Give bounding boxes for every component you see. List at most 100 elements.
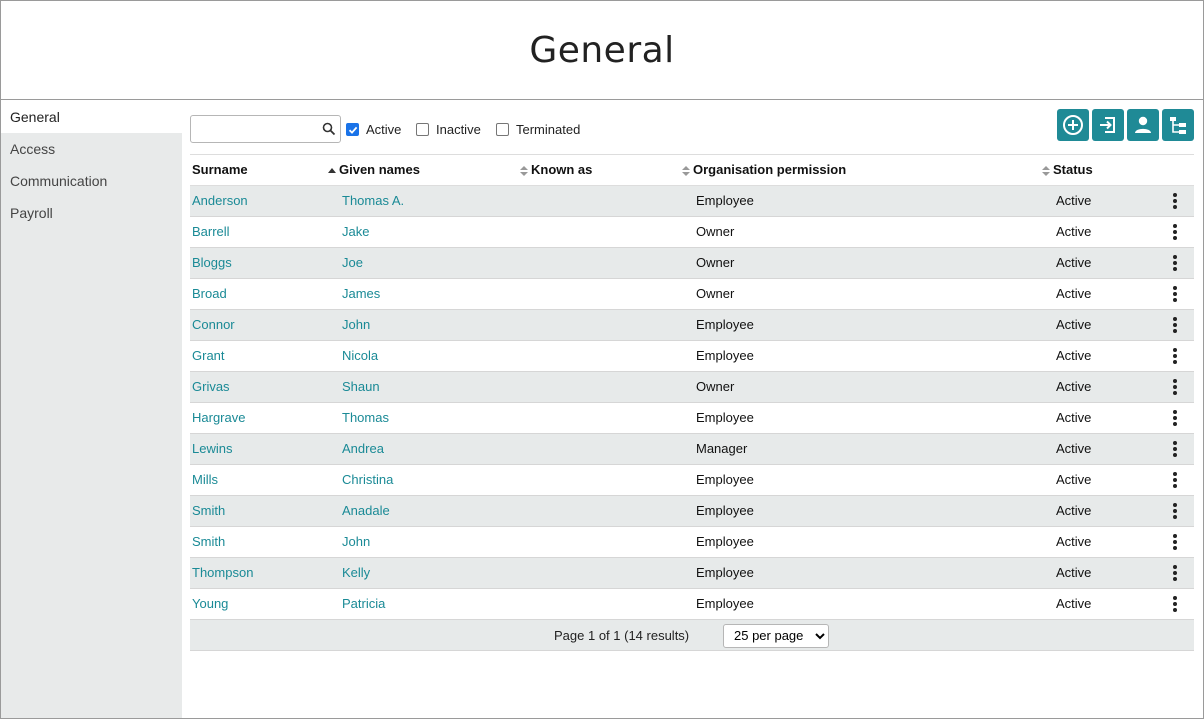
surname-cell[interactable]: Smith xyxy=(190,526,340,558)
table-row[interactable]: Connor John Employee Active xyxy=(190,309,1194,341)
organisation-permission-cell: Employee xyxy=(694,526,1054,558)
row-actions-cell xyxy=(1154,464,1194,496)
column-header-status[interactable]: Status xyxy=(1042,155,1154,186)
employee-table: Surname Given names Known as Organisatio… xyxy=(190,155,1194,620)
table-row[interactable]: Hargrave Thomas Employee Active xyxy=(190,402,1194,434)
active-label: Active xyxy=(366,122,402,137)
given-names-cell[interactable]: Andrea xyxy=(340,433,532,465)
more-options-icon[interactable] xyxy=(1170,595,1180,612)
given-names-cell[interactable]: Thomas xyxy=(340,402,532,434)
surname-cell[interactable]: Broad xyxy=(190,278,340,310)
organisation-permission-cell: Owner xyxy=(694,216,1054,248)
more-options-icon[interactable] xyxy=(1170,285,1180,302)
surname-cell[interactable]: Hargrave xyxy=(190,402,340,434)
sidebar-item-communication[interactable]: Communication xyxy=(1,165,182,197)
status-cell: Active xyxy=(1054,588,1154,620)
given-names-cell[interactable]: Thomas A. xyxy=(340,185,532,217)
column-header-given-names[interactable]: Given names xyxy=(328,155,532,186)
given-names-cell[interactable]: Patricia xyxy=(340,588,532,620)
organisation-permission-cell: Owner xyxy=(694,278,1054,310)
more-options-icon[interactable] xyxy=(1170,502,1180,519)
filter-terminated[interactable]: Terminated xyxy=(496,122,580,137)
more-options-icon[interactable] xyxy=(1170,471,1180,488)
more-options-icon[interactable] xyxy=(1170,192,1180,209)
row-actions-cell xyxy=(1154,216,1194,248)
table-row[interactable]: Grant Nicola Employee Active xyxy=(190,340,1194,372)
given-names-cell[interactable]: John xyxy=(340,526,532,558)
table-row[interactable]: Lewins Andrea Manager Active xyxy=(190,433,1194,465)
sidebar-item-general[interactable]: General xyxy=(1,101,182,133)
import-icon xyxy=(1100,117,1115,133)
surname-cell[interactable]: Grivas xyxy=(190,371,340,403)
import-button[interactable] xyxy=(1092,109,1124,141)
surname-cell[interactable]: Grant xyxy=(190,340,340,372)
column-header-actions xyxy=(1154,155,1194,186)
table-row[interactable]: Smith Anadale Employee Active xyxy=(190,495,1194,527)
table-row[interactable]: Smith John Employee Active xyxy=(190,526,1194,558)
active-checkbox[interactable] xyxy=(346,123,359,136)
status-cell: Active xyxy=(1054,185,1154,217)
given-names-cell[interactable]: Shaun xyxy=(340,371,532,403)
table-row[interactable]: Grivas Shaun Owner Active xyxy=(190,371,1194,403)
surname-cell[interactable]: Bloggs xyxy=(190,247,340,279)
given-names-cell[interactable]: Joe xyxy=(340,247,532,279)
more-options-icon[interactable] xyxy=(1170,347,1180,364)
surname-cell[interactable]: Anderson xyxy=(190,185,340,217)
surname-cell[interactable]: Connor xyxy=(190,309,340,341)
search-input[interactable] xyxy=(191,116,319,142)
toolbar: Active Inactive Terminated xyxy=(190,101,1194,155)
status-cell: Active xyxy=(1054,340,1154,372)
given-names-cell[interactable]: Nicola xyxy=(340,340,532,372)
table-row[interactable]: Thompson Kelly Employee Active xyxy=(190,557,1194,589)
main-content: Active Inactive Terminated Surname Given… xyxy=(190,101,1194,651)
search-box xyxy=(190,115,341,143)
filter-active[interactable]: Active xyxy=(346,122,401,137)
sidebar-item-payroll[interactable]: Payroll xyxy=(1,197,182,229)
given-names-cell[interactable]: Christina xyxy=(340,464,532,496)
more-options-icon[interactable] xyxy=(1170,378,1180,395)
more-options-icon[interactable] xyxy=(1170,533,1180,550)
more-options-icon[interactable] xyxy=(1170,316,1180,333)
table-row[interactable]: Young Patricia Employee Active xyxy=(190,588,1194,620)
search-icon[interactable] xyxy=(322,122,336,136)
org-chart-button[interactable] xyxy=(1162,109,1194,141)
status-cell: Active xyxy=(1054,247,1154,279)
more-options-icon[interactable] xyxy=(1170,254,1180,271)
table-row[interactable]: Barrell Jake Owner Active xyxy=(190,216,1194,248)
sidebar-item-access[interactable]: Access xyxy=(1,133,182,165)
surname-cell[interactable]: Lewins xyxy=(190,433,340,465)
given-names-cell[interactable]: Anadale xyxy=(340,495,532,527)
column-header-organisation-permission[interactable]: Organisation permission xyxy=(682,155,1054,186)
surname-cell[interactable]: Young xyxy=(190,588,340,620)
known-as-cell xyxy=(532,557,694,589)
row-actions-cell xyxy=(1154,433,1194,465)
more-options-icon[interactable] xyxy=(1170,440,1180,457)
table-row[interactable]: Bloggs Joe Owner Active xyxy=(190,247,1194,279)
more-options-icon[interactable] xyxy=(1170,409,1180,426)
surname-cell[interactable]: Barrell xyxy=(190,216,340,248)
column-header-known-as[interactable]: Known as xyxy=(520,155,694,186)
table-row[interactable]: Anderson Thomas A. Employee Active xyxy=(190,185,1194,217)
add-button[interactable] xyxy=(1057,109,1089,141)
person-button[interactable] xyxy=(1127,109,1159,141)
inactive-checkbox[interactable] xyxy=(416,123,429,136)
given-names-cell[interactable]: John xyxy=(340,309,532,341)
given-names-cell[interactable]: James xyxy=(340,278,532,310)
column-header-surname[interactable]: Surname xyxy=(190,155,340,186)
surname-cell[interactable]: Mills xyxy=(190,464,340,496)
per-page-select[interactable]: 25 per page xyxy=(723,623,829,648)
terminated-checkbox[interactable] xyxy=(496,123,509,136)
given-names-cell[interactable]: Jake xyxy=(340,216,532,248)
row-actions-cell xyxy=(1154,557,1194,589)
table-row[interactable]: Broad James Owner Active xyxy=(190,278,1194,310)
table-row[interactable]: Mills Christina Employee Active xyxy=(190,464,1194,496)
person-icon xyxy=(1135,116,1151,133)
more-options-icon[interactable] xyxy=(1170,223,1180,240)
row-actions-cell xyxy=(1154,309,1194,341)
given-names-cell[interactable]: Kelly xyxy=(340,557,532,589)
filter-inactive[interactable]: Inactive xyxy=(416,122,481,137)
known-as-cell xyxy=(532,247,694,279)
more-options-icon[interactable] xyxy=(1170,564,1180,581)
surname-cell[interactable]: Thompson xyxy=(190,557,340,589)
surname-cell[interactable]: Smith xyxy=(190,495,340,527)
